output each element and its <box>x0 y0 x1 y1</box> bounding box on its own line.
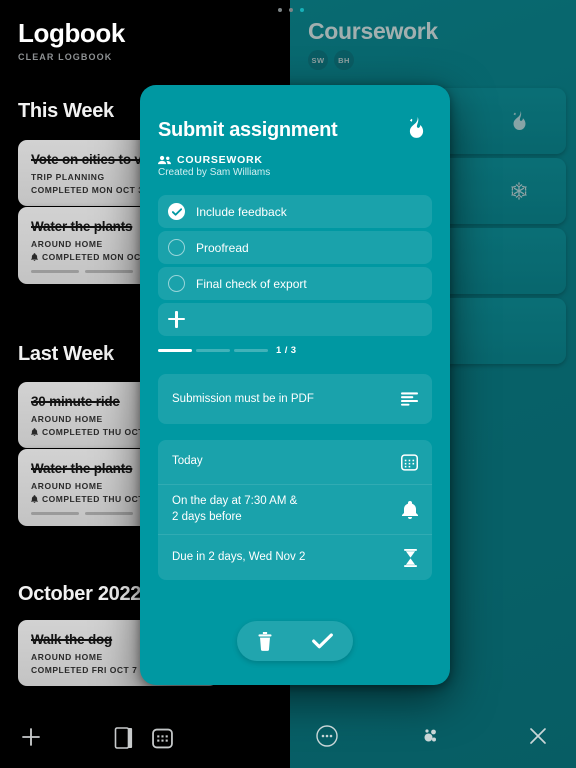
people-icon <box>158 155 171 165</box>
checklist-item-label: Proofread <box>196 240 249 255</box>
dialog-title: Submit assignment <box>158 119 338 141</box>
notes-text: Submission must be in PDF <box>172 393 314 405</box>
logbook-icon[interactable] <box>114 727 135 749</box>
avatar[interactable]: SW <box>308 50 328 70</box>
notes-row[interactable]: Submission must be in PDF <box>158 374 432 424</box>
handle-dot <box>300 8 304 12</box>
check-filled-icon <box>168 203 185 220</box>
plus-icon[interactable] <box>18 724 44 750</box>
progress-segments <box>158 348 268 353</box>
progress-segment <box>196 348 230 353</box>
section-heading-october: October 2022 <box>18 583 142 605</box>
plus-icon <box>168 311 185 328</box>
calendar-icon <box>401 453 418 471</box>
checklist-item[interactable]: Final check of export <box>158 267 432 300</box>
section-heading-last-week: Last Week <box>18 343 114 365</box>
task-meta-text: COMPLETED MON OCT 31 <box>31 185 149 195</box>
checklist-item[interactable]: Include feedback <box>158 195 432 228</box>
bell-icon <box>402 500 418 519</box>
schedule-group: Today On the day at 7:30 AM & 2 days bef… <box>158 440 432 581</box>
author-label: Created by Sam Williams <box>158 167 271 178</box>
calendar-icon[interactable] <box>152 728 173 749</box>
close-icon[interactable] <box>527 725 549 747</box>
avatar[interactable]: BH <box>334 50 354 70</box>
checklist-item-label: Final check of export <box>196 276 307 291</box>
checklist-item-label: Include feedback <box>196 204 287 219</box>
clear-logbook-button[interactable]: CLEAR LOGBOOK <box>18 52 112 62</box>
handle-dot <box>278 8 282 12</box>
bell-icon <box>31 495 38 503</box>
when-row[interactable]: Today <box>158 440 432 485</box>
add-checklist-item-button[interactable] <box>158 303 432 336</box>
check-empty-icon <box>168 239 185 256</box>
project-name: COURSEWORK <box>177 154 263 166</box>
check-icon[interactable] <box>312 633 334 649</box>
progress-count: 1 / 3 <box>276 345 297 356</box>
hourglass-icon <box>403 548 418 567</box>
snowflake-icon <box>510 182 528 200</box>
when-text: Today <box>172 455 203 468</box>
flame-icon <box>511 111 528 131</box>
handle-dot <box>289 8 293 12</box>
progress-segment <box>234 348 268 353</box>
split-view-handle[interactable] <box>278 4 304 16</box>
reminder-text: On the day at 7:30 AM & 2 days before <box>172 495 298 523</box>
checklist-progress: 1 / 3 <box>158 345 432 356</box>
flame-icon[interactable] <box>407 117 426 139</box>
page-title: Logbook <box>18 18 125 48</box>
notes-icon <box>401 392 418 406</box>
bell-icon <box>31 253 38 261</box>
deadline-row[interactable]: Due in 2 days, Wed Nov 2 <box>158 535 432 580</box>
checklist: Include feedback Proofread Final check o… <box>158 195 432 336</box>
logbook-toolbar <box>0 702 290 768</box>
checklist-item[interactable]: Proofread <box>158 231 432 264</box>
action-pill <box>237 621 353 661</box>
section-heading-this-week: This Week <box>18 100 114 122</box>
check-empty-icon <box>168 275 185 292</box>
dialog-actions <box>140 621 450 661</box>
more-circle-icon[interactable] <box>316 725 338 747</box>
dots-cluster-icon[interactable] <box>420 726 440 746</box>
task-meta-text: COMPLETED FRI OCT 7 <box>31 665 138 675</box>
member-avatars: SW BH <box>308 50 354 70</box>
app-stage: Logbook CLEAR LOGBOOK This Week Vote on … <box>0 0 576 768</box>
deadline-text: Due in 2 days, Wed Nov 2 <box>172 550 306 563</box>
project-label-row[interactable]: COURSEWORK <box>158 154 432 166</box>
coursework-toolbar <box>290 702 576 768</box>
submit-assignment-dialog: Submit assignment COURSEWORK Created by … <box>140 85 450 685</box>
reminder-row[interactable]: On the day at 7:30 AM & 2 days before <box>158 485 432 536</box>
coursework-title: Coursework <box>308 18 438 44</box>
bell-icon <box>31 428 38 436</box>
trash-icon[interactable] <box>257 631 273 651</box>
progress-segment <box>158 348 192 353</box>
